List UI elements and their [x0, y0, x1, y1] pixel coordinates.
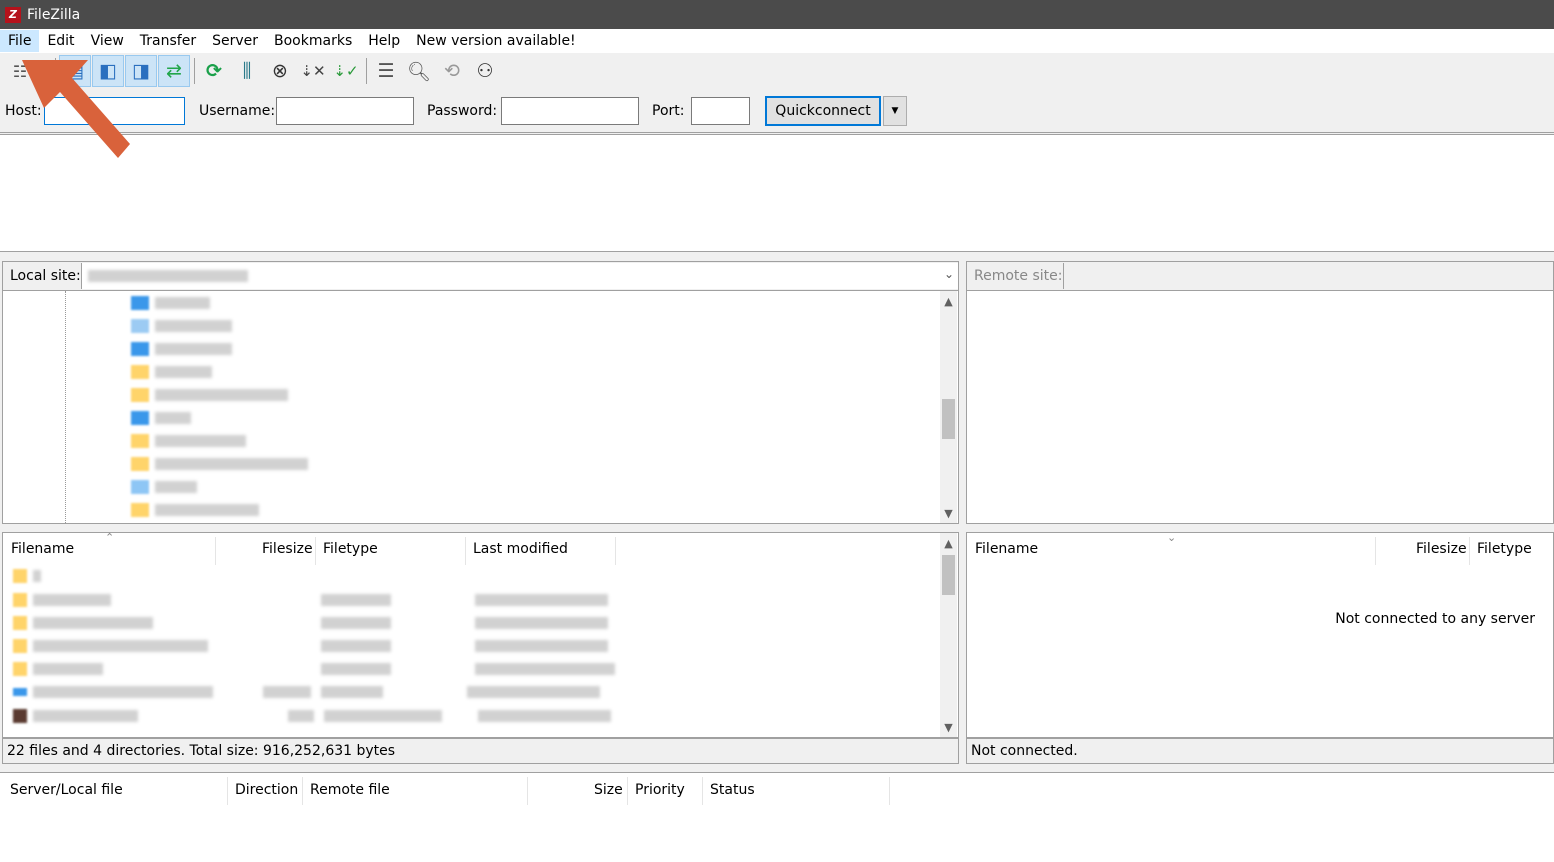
- remote-status: Not connected.: [966, 738, 1554, 764]
- cancel-icon[interactable]: ⊗: [264, 55, 296, 87]
- column-filename[interactable]: Filename: [11, 541, 74, 557]
- disconnect-icon[interactable]: ⇣✕: [297, 55, 329, 87]
- file-row[interactable]: [13, 614, 608, 632]
- tree-item[interactable]: [131, 295, 210, 311]
- remote-site-bar: Remote site:: [966, 261, 1554, 291]
- tree-item[interactable]: [131, 479, 197, 495]
- quickconnect-dropdown-icon[interactable]: ▼: [883, 96, 907, 126]
- toggle-transfer-queue-icon[interactable]: ⇄: [158, 55, 190, 87]
- port-label: Port:: [652, 103, 685, 119]
- column-filename[interactable]: Filename: [975, 541, 1038, 557]
- local-file-list[interactable]: Filename ⌃ Filesize Filetype Last modifi…: [2, 532, 959, 738]
- column-status[interactable]: Status: [710, 782, 755, 798]
- menu-view[interactable]: View: [83, 30, 132, 52]
- annotation-arrow-icon: [22, 60, 130, 158]
- password-label: Password:: [427, 103, 498, 119]
- chevron-down-icon[interactable]: ⌄: [944, 267, 954, 281]
- file-row[interactable]: [13, 591, 608, 609]
- remote-site-label: Remote site:: [974, 268, 1063, 284]
- column-filesize[interactable]: Filesize: [262, 541, 313, 557]
- refresh-icon[interactable]: ⟳: [198, 55, 230, 87]
- search-remote-files-icon[interactable]: 🔍︎: [403, 55, 435, 87]
- column-filetype[interactable]: Filetype: [1477, 541, 1532, 557]
- quickconnect-button[interactable]: Quickconnect: [765, 96, 881, 126]
- menu-new-version[interactable]: New version available!: [408, 30, 584, 52]
- file-row[interactable]: [13, 660, 615, 678]
- tree-item[interactable]: [131, 341, 232, 357]
- scroll-up-icon[interactable]: ▲: [940, 293, 957, 310]
- menu-transfer[interactable]: Transfer: [132, 30, 204, 52]
- window-title: FileZilla: [27, 6, 81, 23]
- transfer-queue[interactable]: Server/Local file Direction Remote file …: [0, 772, 1554, 862]
- reconnect-icon[interactable]: ⇣✓: [330, 55, 362, 87]
- menu-help[interactable]: Help: [360, 30, 408, 52]
- column-remote-file[interactable]: Remote file: [310, 782, 390, 798]
- tree-item[interactable]: [131, 387, 288, 403]
- file-row[interactable]: [13, 683, 600, 701]
- menu-edit[interactable]: Edit: [39, 30, 82, 52]
- port-input[interactable]: [691, 97, 750, 125]
- tree-item[interactable]: [131, 364, 212, 380]
- tree-item[interactable]: [131, 410, 191, 426]
- column-size[interactable]: Size: [594, 782, 623, 798]
- toolbar: ☷ ▼ ▤ ◧ ◨ ⇄ ⟳ ⫼ ⊗ ⇣✕ ⇣✓ ☰ 🔍︎ ⟲ ⚇: [0, 53, 1554, 89]
- local-files-scrollbar[interactable]: ▲ ▼: [940, 533, 957, 737]
- filezilla-logo-icon: Z: [5, 6, 21, 23]
- scroll-thumb[interactable]: [942, 399, 955, 439]
- sort-icon: ⌄: [1167, 532, 1177, 544]
- menu-server[interactable]: Server: [204, 30, 266, 52]
- file-row[interactable]: [13, 707, 611, 725]
- title-bar: Z FileZilla: [0, 0, 1554, 29]
- sort-ascending-icon: ⌃: [105, 532, 115, 544]
- scroll-down-icon[interactable]: ▼: [940, 719, 957, 736]
- scroll-thumb[interactable]: [942, 555, 955, 595]
- local-site-label: Local site:: [10, 268, 81, 284]
- tree-item[interactable]: [131, 502, 259, 518]
- column-direction[interactable]: Direction: [235, 782, 298, 798]
- column-filetype[interactable]: Filetype: [323, 541, 378, 557]
- file-row[interactable]: [13, 637, 608, 655]
- synchronized-browsing-icon[interactable]: ⟲: [436, 55, 468, 87]
- message-log[interactable]: [0, 134, 1554, 252]
- scroll-down-icon[interactable]: ▼: [940, 505, 957, 522]
- remote-directory-tree[interactable]: [966, 290, 1554, 524]
- scroll-up-icon[interactable]: ▲: [940, 535, 957, 552]
- column-server-local-file[interactable]: Server/Local file: [10, 782, 123, 798]
- password-input[interactable]: [501, 97, 639, 125]
- toolbar-separator: [366, 58, 367, 84]
- toolbar-separator: [194, 58, 195, 84]
- column-filesize[interactable]: Filesize: [1416, 541, 1467, 557]
- process-queue-icon[interactable]: ⫼: [231, 55, 263, 87]
- not-connected-message: Not connected to any server: [1335, 611, 1535, 627]
- tree-item[interactable]: [131, 433, 246, 449]
- local-status: 22 files and 4 directories. Total size: …: [2, 738, 959, 764]
- username-label: Username:: [199, 103, 276, 119]
- directory-listing-filters-icon[interactable]: ☰: [370, 55, 402, 87]
- local-directory-tree[interactable]: ▲ ▼: [2, 290, 959, 524]
- file-row[interactable]: [13, 567, 41, 585]
- find-files-icon[interactable]: ⚇: [469, 55, 501, 87]
- local-tree-scrollbar[interactable]: ▲ ▼: [940, 291, 957, 523]
- menu-bar: File Edit View Transfer Server Bookmarks…: [0, 29, 1554, 53]
- local-site-path[interactable]: ⌄: [81, 263, 958, 289]
- remote-file-list[interactable]: Filename ⌄ Filesize Filetype Not connect…: [966, 532, 1554, 738]
- remote-site-path: [1063, 263, 1553, 289]
- username-input[interactable]: [276, 97, 414, 125]
- menu-bookmarks[interactable]: Bookmarks: [266, 30, 360, 52]
- tree-item[interactable]: [131, 456, 308, 472]
- menu-file[interactable]: File: [0, 30, 40, 52]
- tree-item[interactable]: [131, 318, 232, 334]
- column-priority[interactable]: Priority: [635, 782, 685, 798]
- local-site-bar: Local site: ⌄: [2, 261, 959, 291]
- column-last-modified[interactable]: Last modified: [473, 541, 568, 557]
